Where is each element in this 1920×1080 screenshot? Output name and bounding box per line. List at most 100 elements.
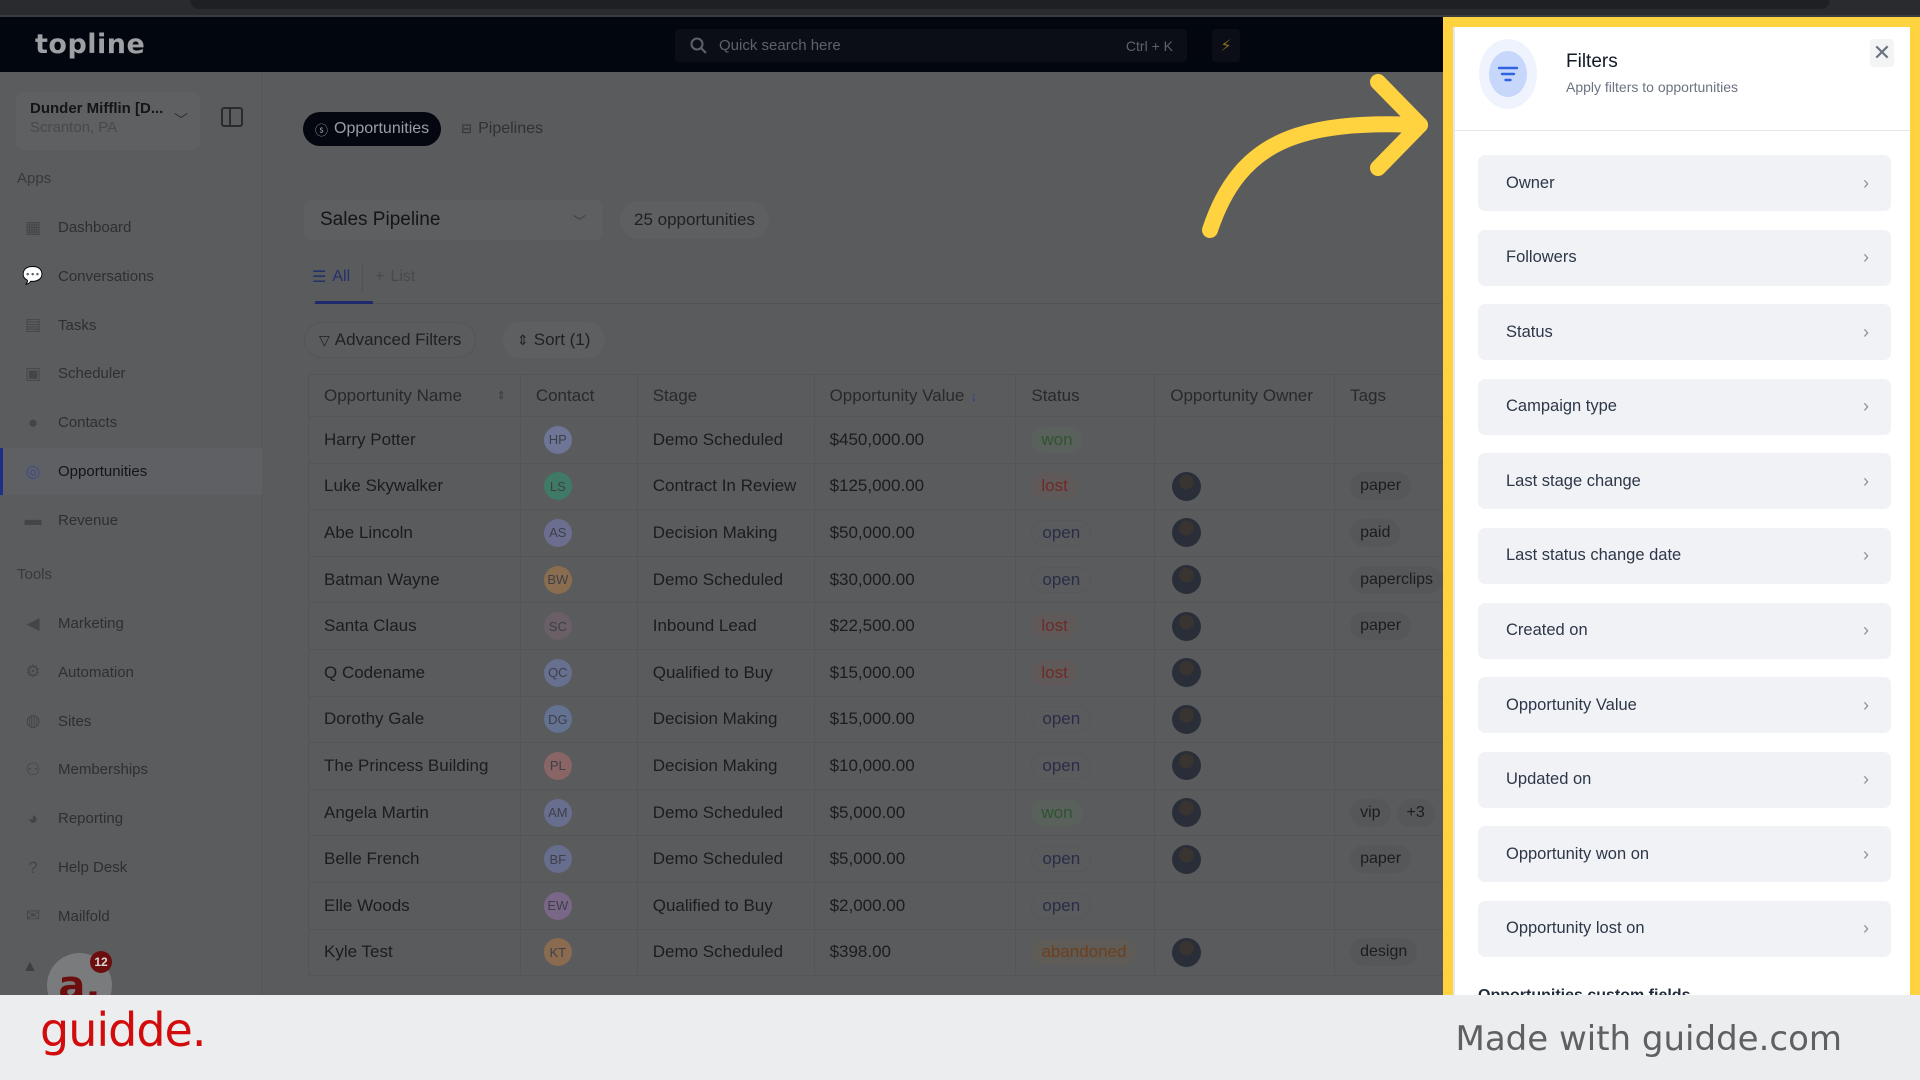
sidebar-item-tasks[interactable]: ▤ Tasks [0,302,262,349]
cell-opportunity-name[interactable]: Belle French [309,836,521,882]
advanced-filters-button[interactable]: ▽ Advanced Filters [304,322,477,358]
contact-avatar[interactable]: LS [543,472,572,501]
filter-option-opportunity-won-on[interactable]: Opportunity won on › [1478,826,1891,883]
arrow-down-icon[interactable]: ↓ [970,388,977,404]
cell-opportunity-name[interactable]: Q Codename [309,649,521,696]
sidebar-item-contacts[interactable]: ● Contacts [0,399,262,446]
tag-chip[interactable]: paper [1350,845,1412,874]
filter-option-last-status-change-date[interactable]: Last status change date › [1478,527,1891,584]
contact-avatar[interactable]: AM [543,798,572,827]
contact-avatar[interactable]: PL [543,751,572,780]
filter-option-opportunity-value[interactable]: Opportunity Value › [1478,677,1891,734]
sidebar-item-sites[interactable]: ◍ Sites [0,698,262,745]
app-logo[interactable]: topline [35,29,145,60]
address-bar[interactable] [190,0,1830,9]
filter-option-campaign-type[interactable]: Campaign type › [1478,378,1891,435]
column-header-tags[interactable]: Tags [1335,375,1443,416]
close-button[interactable]: ✕ [1870,39,1894,67]
table-row[interactable]: Angela Martin AM Demo Scheduled $5,000.00 wo… [309,789,1443,837]
column-header-stage[interactable]: Stage [638,375,815,416]
filter-option-followers[interactable]: Followers › [1478,229,1891,286]
filter-option-last-stage-change[interactable]: Last stage change › [1478,453,1891,510]
owner-avatar[interactable] [1172,798,1202,828]
owner-avatar[interactable] [1172,937,1202,967]
contact-avatar[interactable]: BW [543,565,572,594]
cell-opportunity-name[interactable]: Kyle Test [309,929,521,976]
contact-avatar[interactable]: SC [543,612,572,641]
tab-pipelines[interactable]: ⊟ Pipelines [449,112,555,146]
column-header-owner[interactable]: Opportunity Owner [1155,375,1336,416]
sidebar-item-automation[interactable]: ⚙ Automation [0,649,262,696]
tag-chip[interactable]: vip [1350,798,1391,827]
filter-option-created-on[interactable]: Created on › [1478,602,1891,659]
contact-avatar[interactable]: AS [543,518,572,547]
cell-opportunity-name[interactable]: Harry Potter [309,417,521,463]
table-row[interactable]: Abe Lincoln AS Decision Making $50,000.00 op… [309,510,1443,557]
filter-option-status[interactable]: Status › [1478,304,1891,361]
table-row[interactable]: Harry Potter HP Demo Scheduled $450,000.00 w… [309,417,1443,464]
tag-chip[interactable]: +3 [1396,798,1435,827]
tag-chip[interactable]: paid [1350,518,1401,547]
contact-avatar[interactable]: KT [543,938,572,967]
sort-icon[interactable]: ⇕ [497,389,506,402]
tag-chip[interactable]: paper [1350,612,1412,641]
account-switcher[interactable]: Dunder Mifflin [D... Scranton, PA ﹀ [16,92,200,150]
owner-avatar[interactable] [1172,565,1202,595]
owner-avatar[interactable] [1172,518,1202,548]
column-header-value[interactable]: Opportunity Value ↓ [815,375,1017,416]
owner-avatar[interactable] [1172,611,1202,641]
bell-icon[interactable]: ▲ [22,958,38,976]
sidebar-item-revenue[interactable]: ▬ Revenue [0,497,262,544]
sidebar-item-reporting[interactable]: ◕ Reporting [0,795,262,842]
sidebar-toggle-icon[interactable] [221,107,243,127]
owner-avatar[interactable] [1172,704,1202,734]
sidebar-item-scheduler[interactable]: ▣ Scheduler [0,350,262,397]
cell-opportunity-name[interactable]: Dorothy Gale [309,696,521,743]
table-row[interactable]: Belle French BF Demo Scheduled $5,000.00 ope… [309,836,1443,883]
table-row[interactable]: Kyle Test KT Demo Scheduled $398.00 abandone… [309,929,1443,977]
sidebar-item-help-desk[interactable]: ? Help Desk [0,844,262,891]
cell-opportunity-name[interactable]: Santa Claus [309,603,521,649]
owner-avatar[interactable] [1172,751,1202,781]
cell-opportunity-name[interactable]: Angela Martin [309,789,521,836]
owner-avatar[interactable] [1172,844,1202,874]
column-header-contact[interactable]: Contact [521,375,638,416]
tag-chip[interactable]: paper [1350,472,1412,501]
quick-search-input[interactable]: Quick search here Ctrl + K [675,29,1187,62]
tag-chip[interactable]: design [1350,938,1418,967]
table-row[interactable]: Q Codename QC Qualified to Buy $15,000.00 lo… [309,649,1443,697]
table-row[interactable]: Santa Claus SC Inbound Lead $22,500.00 lost p… [309,603,1443,650]
table-row[interactable]: Elle Woods EW Qualified to Buy $2,000.00 ope… [309,882,1443,930]
tab-opportunities[interactable]: ⓢ Opportunities [303,112,442,146]
sidebar-item-opportunities[interactable]: ◎ Opportunities [0,448,262,495]
sidebar-item-memberships[interactable]: ⚇ Memberships [0,746,262,793]
pipeline-select[interactable]: Sales Pipeline ﹀ [304,200,602,240]
view-tab-all[interactable]: ☰ All [312,262,362,292]
owner-avatar[interactable] [1172,471,1202,501]
column-header-name[interactable]: Opportunity Name ⇕ [309,375,521,416]
sidebar-item-dashboard[interactable]: ▦ Dashboard [0,204,262,251]
view-tab-add-list[interactable]: + List [362,262,427,292]
cell-opportunity-name[interactable]: Abe Lincoln [309,510,521,556]
table-row[interactable]: The Princess Building PL Decision Making $1… [309,743,1443,790]
sort-button[interactable]: ⇕ Sort (1) [502,322,606,358]
table-row[interactable]: Luke Skywalker LS Contract In Review $125,0… [309,463,1443,511]
owner-avatar[interactable] [1172,658,1202,688]
tag-chip[interactable]: paperclips [1350,565,1443,594]
column-header-status[interactable]: Status [1016,375,1156,416]
contact-avatar[interactable]: HP [543,425,572,454]
sidebar-item-marketing[interactable]: ◀ Marketing [0,600,262,647]
table-row[interactable]: Batman Wayne BW Demo Scheduled $30,000.00 op… [309,556,1443,604]
quick-actions-button[interactable]: ⚡ [1212,29,1240,62]
cell-opportunity-name[interactable]: The Princess Building [309,743,521,789]
filter-option-owner[interactable]: Owner › [1478,155,1891,211]
cell-opportunity-name[interactable]: Elle Woods [309,882,521,929]
filter-option-updated-on[interactable]: Updated on › [1478,751,1891,808]
cell-opportunity-name[interactable]: Batman Wayne [309,556,521,603]
table-row[interactable]: Dorothy Gale DG Decision Making $15,000.00 o… [309,696,1443,744]
sidebar-item-conversations[interactable]: 💬 Conversations [0,253,262,300]
sidebar-item-mailfold[interactable]: ✉ Mailfold [0,893,262,940]
filter-option-opportunity-lost-on[interactable]: Opportunity lost on › [1478,900,1891,957]
contact-avatar[interactable]: EW [543,891,572,920]
contact-avatar[interactable]: DG [543,705,572,734]
